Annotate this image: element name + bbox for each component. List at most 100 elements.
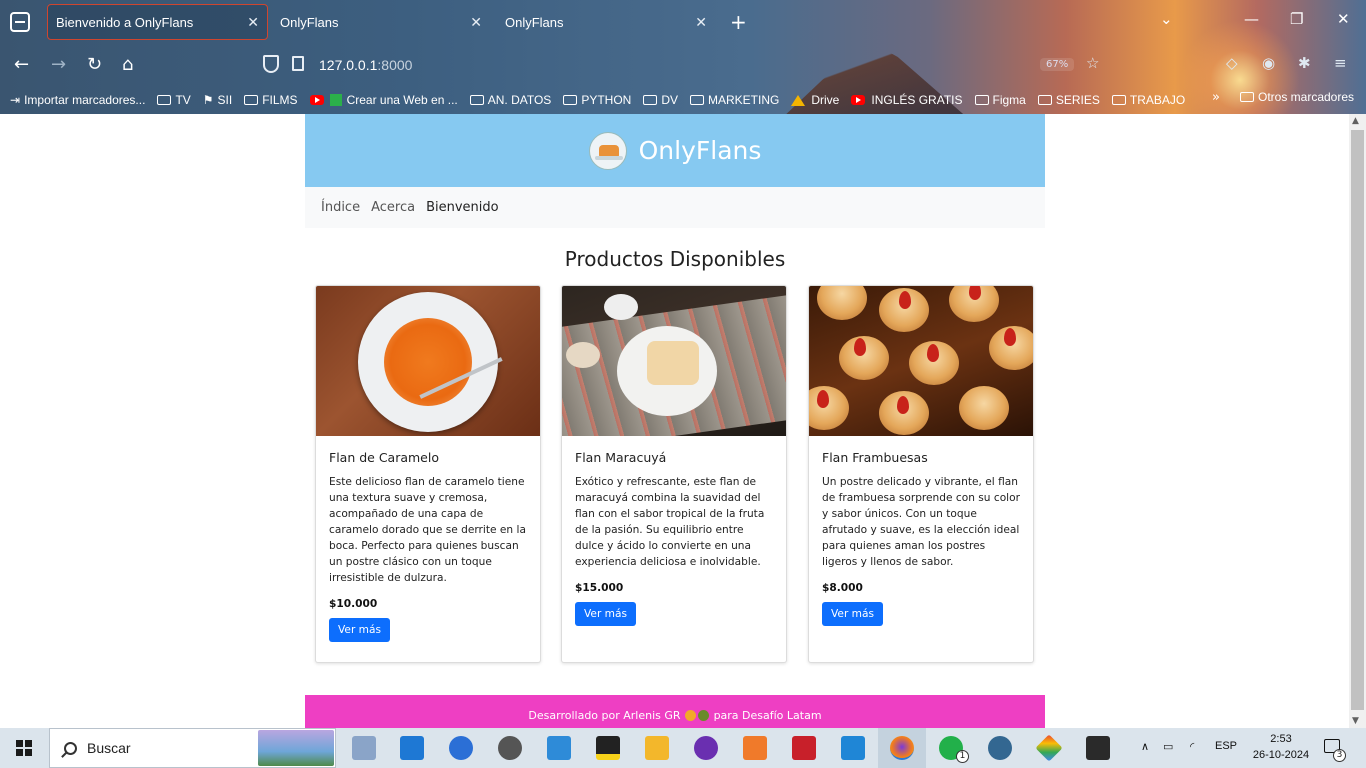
tray-chevron-icon[interactable]: ∧ <box>1141 740 1149 753</box>
scroll-up-icon[interactable]: ▲ <box>1352 116 1359 126</box>
more-bookmarks-icon[interactable]: » <box>1212 90 1220 105</box>
new-tab-button[interactable]: + <box>730 10 747 34</box>
close-icon[interactable]: ✕ <box>695 14 707 31</box>
mail-app-icon[interactable] <box>400 736 424 760</box>
site-title[interactable]: OnlyFlans <box>639 136 762 165</box>
flan-caramelo-image <box>316 286 540 436</box>
star-icon[interactable]: ☆ <box>1086 54 1099 72</box>
footer-suffix: para Desafío Latam <box>713 708 822 722</box>
xampp-app-icon[interactable] <box>743 736 767 760</box>
ver-mas-button[interactable]: Ver más <box>575 602 636 626</box>
pocket-icon[interactable]: ◇ <box>1226 54 1238 72</box>
extensions-icon[interactable]: ✱ <box>1298 54 1311 72</box>
postgresql-app-icon[interactable] <box>988 736 1012 760</box>
terminal-app-icon[interactable] <box>1086 736 1110 760</box>
bookmark-an-datos[interactable]: AN. DATOS <box>469 90 551 110</box>
close-icon[interactable]: ✕ <box>247 14 259 31</box>
bookmark-python[interactable]: PYTHON <box>563 90 631 110</box>
back-icon[interactable]: ← <box>14 54 29 75</box>
clock-time: 2:53 <box>1270 733 1292 745</box>
bookmark-sii[interactable]: ⚑ SII <box>203 90 232 110</box>
folder-icon <box>244 95 259 105</box>
sticky-notes-icon[interactable] <box>596 736 620 760</box>
bookmark-drive[interactable]: Drive <box>791 90 839 110</box>
scrollbar[interactable]: ▲ ▼ <box>1349 114 1366 728</box>
nav-link-indice[interactable]: Índice <box>321 200 360 215</box>
bookmark-trabajo[interactable]: TRABAJO <box>1111 90 1185 110</box>
language-indicator[interactable]: ESP <box>1215 740 1237 752</box>
bookmark-import[interactable]: ⇥ Importar marcadores... <box>10 90 145 110</box>
close-icon[interactable]: ✕ <box>470 14 482 31</box>
bookmark-series[interactable]: SERIES <box>1037 90 1100 110</box>
battery-icon[interactable]: ▭ <box>1163 740 1173 753</box>
folder-icon <box>974 95 989 105</box>
firefox-app-icon[interactable] <box>890 736 914 760</box>
check-icon <box>329 94 342 106</box>
page-viewport: OnlyFlans Índice Acerca Bienvenido Produ… <box>0 114 1366 728</box>
chevron-down-icon[interactable]: ⌄ <box>1160 10 1173 28</box>
nav-link-acerca[interactable]: Acerca <box>371 200 415 215</box>
tab-list-icon[interactable] <box>10 12 30 32</box>
scroll-down-icon[interactable]: ▼ <box>1352 716 1359 726</box>
flan-frambuesas-image <box>809 286 1033 436</box>
ver-mas-button[interactable]: Ver más <box>822 602 883 626</box>
smile-emoji-icon <box>685 709 697 721</box>
bookmark-marketing[interactable]: MARKETING <box>690 90 779 110</box>
menu-icon[interactable]: ≡ <box>1334 54 1347 72</box>
product-description: Exótico y refrescante, este flan de mara… <box>575 476 765 568</box>
bookmark-ingles[interactable]: INGLÉS GRATIS <box>851 90 963 110</box>
zoom-indicator[interactable]: 67% <box>1040 58 1075 71</box>
tab-label: OnlyFlans <box>505 14 564 30</box>
search-icon <box>64 741 77 755</box>
folder-icon <box>690 95 704 105</box>
bookmark-figma[interactable]: Figma <box>974 90 1026 110</box>
file-explorer-icon[interactable] <box>645 736 669 760</box>
settings-gear-icon[interactable] <box>498 736 522 760</box>
bookmark-tv[interactable]: TV <box>157 90 191 110</box>
shield-icon[interactable] <box>263 55 279 73</box>
vscode-app-icon[interactable] <box>841 736 865 760</box>
search-highlight-image[interactable] <box>258 730 334 766</box>
wifi-icon[interactable]: ◜ <box>1190 740 1194 753</box>
restore-icon[interactable]: ❐ <box>1290 10 1303 28</box>
whatsapp-badge: 1 <box>956 750 969 763</box>
minimize-icon[interactable]: — <box>1244 10 1259 28</box>
private-browser-icon[interactable] <box>694 736 718 760</box>
colorful-app-icon[interactable] <box>1035 734 1063 762</box>
ver-mas-button[interactable]: Ver más <box>329 618 390 642</box>
forward-icon[interactable]: → <box>51 54 66 75</box>
account-icon[interactable]: ◉ <box>1262 54 1275 72</box>
tab-bienvenido[interactable]: Bienvenido a OnlyFlans ✕ <box>47 4 268 40</box>
youtube-icon <box>851 95 866 105</box>
clock[interactable]: 2:53 26-10-2024 <box>1252 731 1310 763</box>
page-icon[interactable] <box>292 56 304 71</box>
flan-maracuya-image <box>562 286 786 436</box>
nav-link-bienvenido[interactable]: Bienvenido <box>426 200 499 215</box>
photos-app-icon[interactable] <box>352 736 376 760</box>
product-name: Flan de Caramelo <box>329 450 439 465</box>
home-icon[interactable]: ⌂ <box>122 54 133 75</box>
site-nav: Índice Acerca Bienvenido <box>305 187 1045 228</box>
flan-logo-icon[interactable] <box>588 131 627 170</box>
url-port: :8000 <box>377 57 413 73</box>
tab-onlyflans-2[interactable]: OnlyFlans ✕ <box>497 4 715 40</box>
teamviewer-app-icon[interactable] <box>449 736 473 760</box>
close-window-icon[interactable]: ✕ <box>1337 10 1350 28</box>
browser-chrome: Bienvenido a OnlyFlans ✕ OnlyFlans ✕ Onl… <box>0 0 1366 114</box>
import-icon: ⇥ <box>10 93 21 107</box>
url-field[interactable]: 127.0.0.1:8000 <box>319 57 412 73</box>
bookmark-crear-web[interactable]: Crear una Web en ... <box>309 90 458 110</box>
presentation-app-icon[interactable] <box>792 736 816 760</box>
windows-start-icon[interactable] <box>16 740 32 756</box>
bookmark-dv[interactable]: DV <box>643 90 678 110</box>
reload-icon[interactable]: ↻ <box>87 54 102 75</box>
search-label: Buscar <box>87 740 131 756</box>
sii-icon: ⚑ <box>202 93 214 107</box>
product-name: Flan Frambuesas <box>822 450 928 465</box>
scroll-thumb[interactable] <box>1351 130 1364 710</box>
remote-desktop-icon[interactable] <box>547 736 571 760</box>
other-bookmarks[interactable]: Otros marcadores <box>1240 90 1354 104</box>
tab-onlyflans-1[interactable]: OnlyFlans ✕ <box>272 4 490 40</box>
bookmark-films[interactable]: FILMS <box>244 90 298 110</box>
folder-icon <box>1240 92 1254 102</box>
